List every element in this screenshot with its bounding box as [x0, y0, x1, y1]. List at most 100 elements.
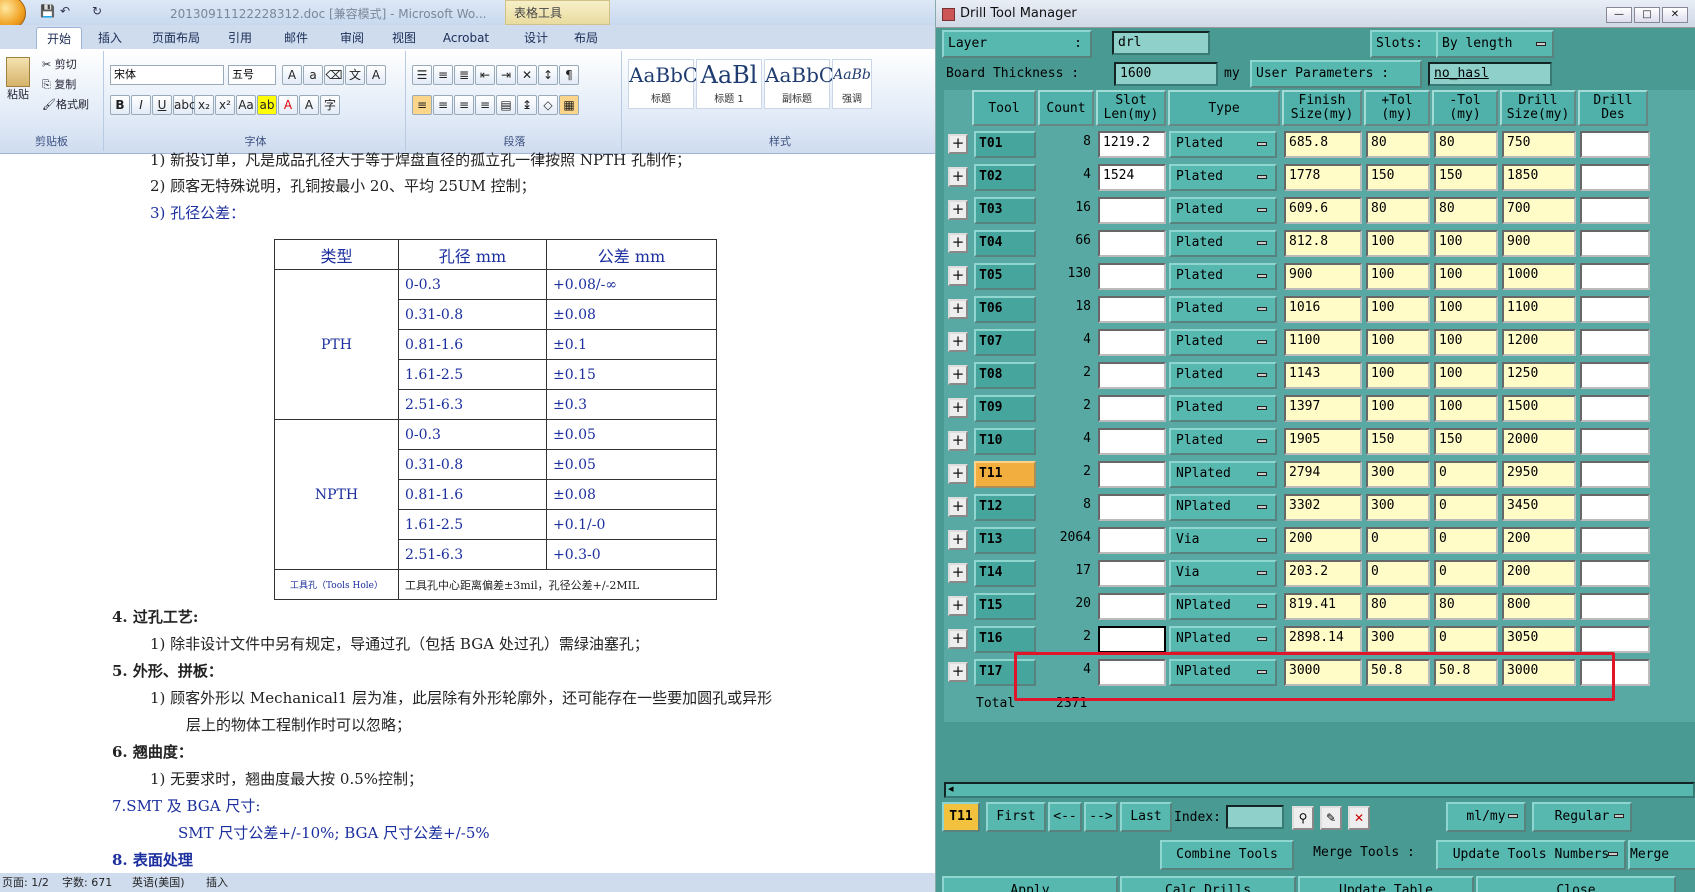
ntol-input[interactable]: 80 — [1434, 131, 1498, 158]
bold-icon[interactable]: B — [110, 95, 130, 115]
finish-input[interactable]: 200 — [1284, 527, 1362, 554]
style-subtitle[interactable]: AaBbC 副标题 — [764, 59, 834, 109]
slot-len-input[interactable] — [1098, 230, 1166, 257]
ntol-input[interactable]: 0 — [1434, 494, 1498, 521]
drill-input[interactable]: 1500 — [1502, 395, 1576, 422]
expand-icon[interactable]: + — [948, 266, 968, 286]
drill-input[interactable]: 200 — [1502, 560, 1576, 587]
tool-cell[interactable]: T02 — [974, 164, 1036, 191]
prev-button[interactable]: <-- — [1048, 802, 1082, 832]
drill-input[interactable]: 1000 — [1502, 263, 1576, 290]
ptol-input[interactable]: 150 — [1366, 428, 1430, 455]
cut-button[interactable]: ✂ 剪切 — [42, 57, 77, 73]
shading-icon[interactable]: ◇ — [538, 95, 558, 115]
drill-des-input[interactable] — [1580, 164, 1650, 191]
ptol-input[interactable]: 100 — [1366, 362, 1430, 389]
user-params-input[interactable]: no_hasl — [1428, 62, 1552, 86]
combine-tools-button[interactable]: Combine Tools — [1160, 840, 1294, 870]
expand-icon[interactable]: + — [948, 431, 968, 451]
line-spacing-icon[interactable]: ↨ — [517, 95, 537, 115]
ntol-input[interactable]: 100 — [1434, 296, 1498, 323]
tool-cell[interactable]: T03 — [974, 197, 1036, 224]
tool-cell[interactable]: T05 — [974, 263, 1036, 290]
tool-cell[interactable]: T04 — [974, 230, 1036, 257]
ntol-input[interactable]: 0 — [1434, 527, 1498, 554]
drill-des-input[interactable] — [1580, 560, 1650, 587]
justify-icon[interactable]: ≡ — [475, 95, 495, 115]
finish-input[interactable]: 1397 — [1284, 395, 1362, 422]
drill-des-input[interactable] — [1580, 626, 1650, 653]
drill-input[interactable]: 1200 — [1502, 329, 1576, 356]
phonetic-icon[interactable]: 文 — [345, 65, 365, 85]
style-title[interactable]: AaBbC 标题 — [628, 59, 698, 109]
change-case-icon[interactable]: Aa — [236, 95, 256, 115]
ntol-input[interactable]: 100 — [1434, 329, 1498, 356]
drill-des-input[interactable] — [1580, 527, 1650, 554]
ntol-input[interactable]: 80 — [1434, 593, 1498, 620]
slot-len-input[interactable] — [1098, 263, 1166, 290]
type-select[interactable]: Plated — [1169, 197, 1277, 224]
expand-icon[interactable]: + — [948, 530, 968, 550]
drill-input[interactable]: 750 — [1502, 131, 1576, 158]
slot-len-input[interactable] — [1098, 428, 1166, 455]
tab-review[interactable]: 审阅 — [332, 27, 372, 49]
align-center-icon[interactable]: ≡ — [433, 95, 453, 115]
slots-select[interactable]: By length — [1436, 30, 1554, 58]
style-heading1[interactable]: AaBl 标题 1 — [696, 59, 762, 109]
expand-icon[interactable]: + — [948, 464, 968, 484]
align-right-icon[interactable]: ≡ — [454, 95, 474, 115]
style-emphasis[interactable]: AaBb 强调 — [832, 59, 872, 109]
highlight-icon[interactable]: ab — [257, 95, 277, 115]
drill-input[interactable]: 1100 — [1502, 296, 1576, 323]
slot-len-input[interactable] — [1098, 329, 1166, 356]
numbering-icon[interactable]: ≡ — [433, 65, 453, 85]
expand-icon[interactable]: + — [948, 398, 968, 418]
tool-cell[interactable]: T14 — [974, 560, 1036, 587]
type-select[interactable]: Plated — [1169, 164, 1277, 191]
undo-icon[interactable]: ↶ — [60, 4, 76, 20]
tab-design[interactable]: 设计 — [516, 27, 556, 49]
expand-icon[interactable]: + — [948, 233, 968, 253]
underline-icon[interactable]: U — [152, 95, 172, 115]
finish-input[interactable]: 1143 — [1284, 362, 1362, 389]
slot-len-input[interactable] — [1098, 362, 1166, 389]
slot-len-input[interactable] — [1098, 527, 1166, 554]
drill-des-input[interactable] — [1580, 329, 1650, 356]
redo-icon[interactable]: ↻ — [92, 4, 108, 20]
type-select[interactable]: Plated — [1169, 230, 1277, 257]
italic-icon[interactable]: I — [131, 95, 151, 115]
expand-icon[interactable]: + — [948, 167, 968, 187]
multilevel-icon[interactable]: ≣ — [454, 65, 474, 85]
expand-icon[interactable]: + — [948, 497, 968, 517]
clear-format-icon[interactable]: ⌫ — [324, 65, 344, 85]
ptol-input[interactable]: 100 — [1366, 263, 1430, 290]
grow-font-icon[interactable]: A — [282, 65, 302, 85]
ntol-input[interactable]: 0 — [1434, 626, 1498, 653]
horizontal-scrollbar[interactable]: ◂ — [944, 782, 1695, 798]
tool-cell[interactable]: T16 — [974, 626, 1036, 653]
delete-icon[interactable]: ✕ — [1348, 806, 1370, 830]
ntol-input[interactable]: 100 — [1434, 362, 1498, 389]
scroll-left-icon[interactable]: ◂ — [948, 782, 954, 795]
minimize-icon[interactable]: — — [1606, 7, 1632, 23]
finish-input[interactable]: 3302 — [1284, 494, 1362, 521]
expand-icon[interactable]: + — [948, 365, 968, 385]
drill-des-input[interactable] — [1580, 296, 1650, 323]
ptol-input[interactable]: 80 — [1366, 131, 1430, 158]
layer-input[interactable]: drl — [1112, 31, 1210, 55]
finish-input[interactable]: 2794 — [1284, 461, 1362, 488]
font-name-select[interactable]: 宋体 — [110, 65, 224, 85]
tab-insert[interactable]: 插入 — [90, 27, 130, 49]
expand-icon[interactable]: + — [948, 134, 968, 154]
font-size-select[interactable]: 五号 — [228, 65, 276, 85]
slot-len-input[interactable] — [1098, 560, 1166, 587]
expand-icon[interactable]: + — [948, 299, 968, 319]
type-select[interactable]: Plated — [1169, 362, 1277, 389]
drill-des-input[interactable] — [1580, 593, 1650, 620]
slot-len-input[interactable] — [1098, 494, 1166, 521]
drill-des-input[interactable] — [1580, 395, 1650, 422]
tool-cell[interactable]: T11 — [974, 461, 1036, 488]
drill-input[interactable]: 900 — [1502, 230, 1576, 257]
finish-input[interactable]: 685.8 — [1284, 131, 1362, 158]
finish-input[interactable]: 1905 — [1284, 428, 1362, 455]
